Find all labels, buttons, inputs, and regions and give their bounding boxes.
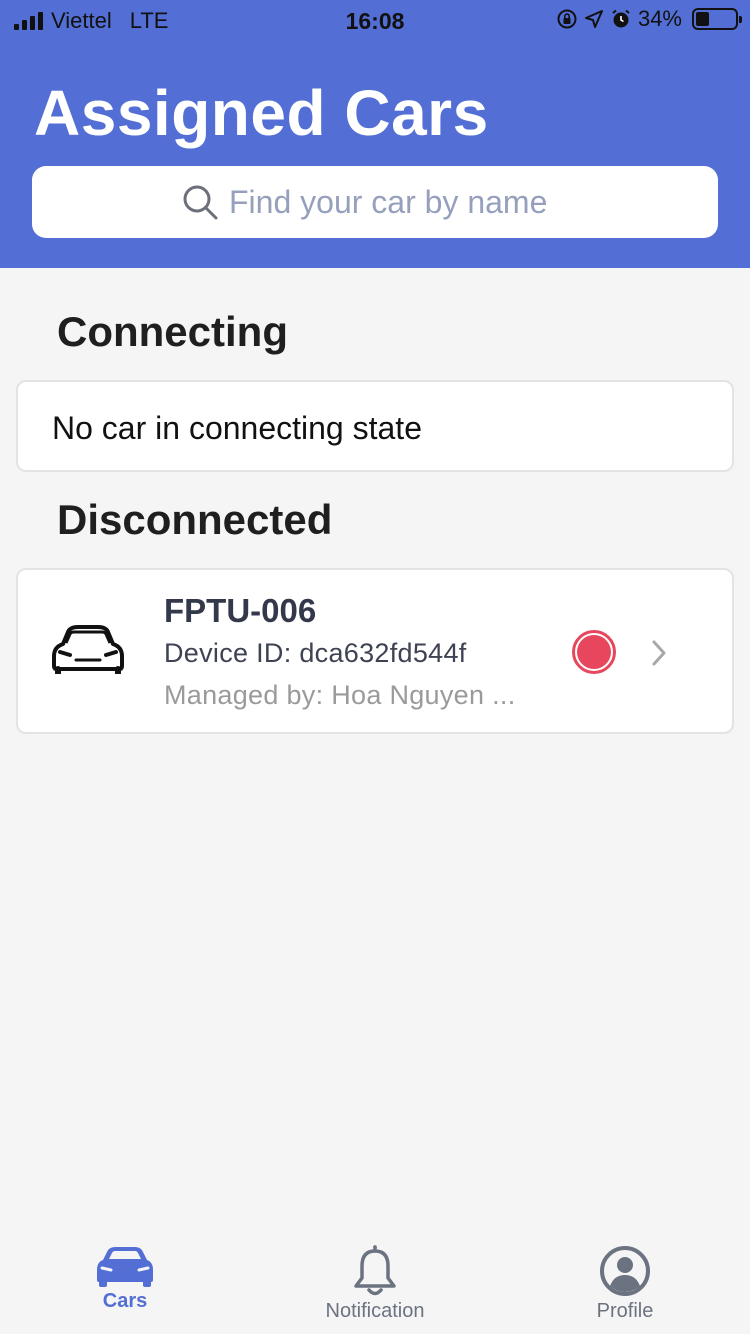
battery-icon <box>692 8 742 30</box>
tab-profile[interactable]: Profile <box>525 1244 725 1323</box>
bell-icon <box>354 1245 396 1296</box>
section-title-disconnected: Disconnected <box>57 496 333 543</box>
page-title: Assigned Cars <box>34 77 489 149</box>
tab-cars[interactable]: Cars <box>25 1244 225 1313</box>
disconnected-status-indicator <box>572 630 616 674</box>
search-box[interactable] <box>32 166 718 238</box>
tab-notification[interactable]: Notification <box>275 1244 475 1323</box>
tab-label-notification: Notification <box>325 1300 425 1322</box>
car-device-id: Device ID: dca632fd544f <box>164 638 467 668</box>
battery-percent: 34% <box>637 6 682 31</box>
alarm-icon <box>612 9 630 28</box>
rotation-lock-icon <box>557 9 577 29</box>
status-bar: Viettel LTE 16:08 34% <box>0 0 750 40</box>
header: Viettel LTE 16:08 34% Assigned Cars Find… <box>0 0 750 268</box>
user-circle-icon <box>600 1246 650 1296</box>
tab-label-profile: Profile <box>596 1300 654 1322</box>
empty-state-text: No car in connecting state <box>52 410 422 446</box>
car-managed-by: Managed by: Hoa Nguyen ... <box>164 680 516 710</box>
car-icon <box>52 625 124 674</box>
tab-label-cars: Cars <box>102 1290 148 1312</box>
search-icon <box>183 185 218 220</box>
section-title-connecting: Connecting <box>57 308 288 355</box>
car-card[interactable]: FPTU-006 Device ID: dca632fd544f Managed… <box>16 568 734 734</box>
battery-fill <box>696 12 709 26</box>
chevron-right-icon <box>652 640 666 666</box>
location-icon <box>584 10 603 28</box>
car-name: FPTU-006 <box>164 592 317 629</box>
car-icon <box>97 1247 153 1287</box>
empty-state-card: No car in connecting state <box>16 380 734 472</box>
search-input[interactable] <box>229 183 569 221</box>
tab-bar: Cars Notification Profile <box>0 1234 750 1334</box>
